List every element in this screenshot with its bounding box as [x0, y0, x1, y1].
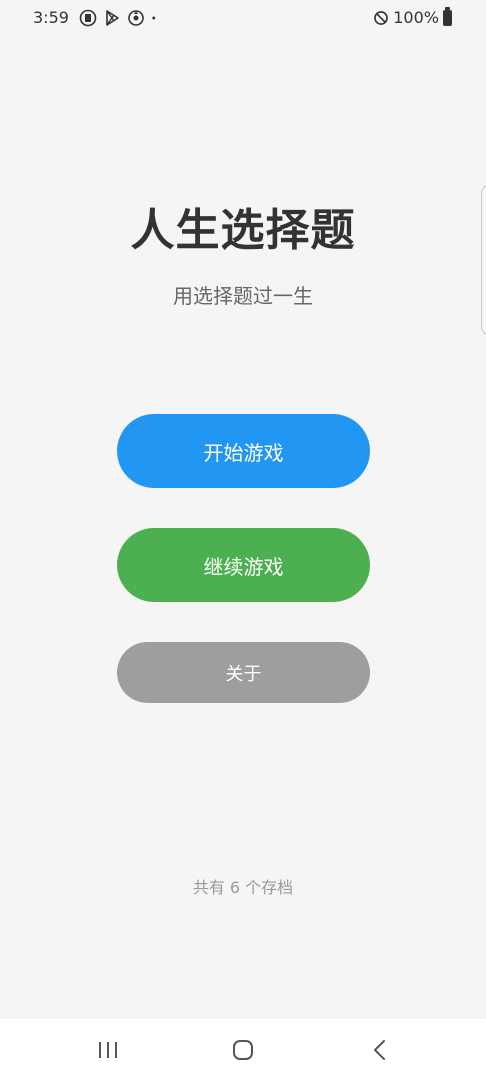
- home-icon: [233, 1040, 253, 1060]
- status-right: 100%: [373, 6, 452, 27]
- do-not-disturb-icon: [374, 10, 389, 25]
- navigation-bar: [0, 1019, 486, 1080]
- status-left: 3:59: [33, 8, 161, 27]
- continue-game-label: 继续游戏: [203, 554, 284, 579]
- status-time: 3:59: [33, 8, 69, 27]
- save-count-text: 共有 6 个存档: [192, 878, 294, 897]
- page-subtitle: 用选择题过一生: [173, 284, 313, 308]
- home-button[interactable]: [223, 1033, 263, 1067]
- recent-apps-icon: [99, 1042, 117, 1058]
- status-bar: 3:59 100%: [0, 0, 486, 36]
- about-label: 关于: [225, 663, 262, 685]
- settings-sync-icon: [128, 9, 144, 26]
- notification-icon: [79, 9, 97, 26]
- start-game-button[interactable]: 开始游戏: [117, 414, 370, 488]
- play-store-icon: [106, 9, 119, 26]
- about-button[interactable]: 关于: [117, 642, 370, 703]
- start-game-label: 开始游戏: [203, 440, 284, 465]
- back-icon: [374, 1040, 385, 1060]
- continue-game-button[interactable]: 继续游戏: [117, 528, 370, 602]
- back-button[interactable]: [360, 1033, 400, 1067]
- dot-icon: [152, 16, 156, 19]
- page-title: 人生选择题: [130, 205, 356, 256]
- recent-apps-button[interactable]: [88, 1033, 128, 1067]
- battery-percent: 100%: [393, 8, 439, 27]
- battery-icon: [443, 6, 452, 26]
